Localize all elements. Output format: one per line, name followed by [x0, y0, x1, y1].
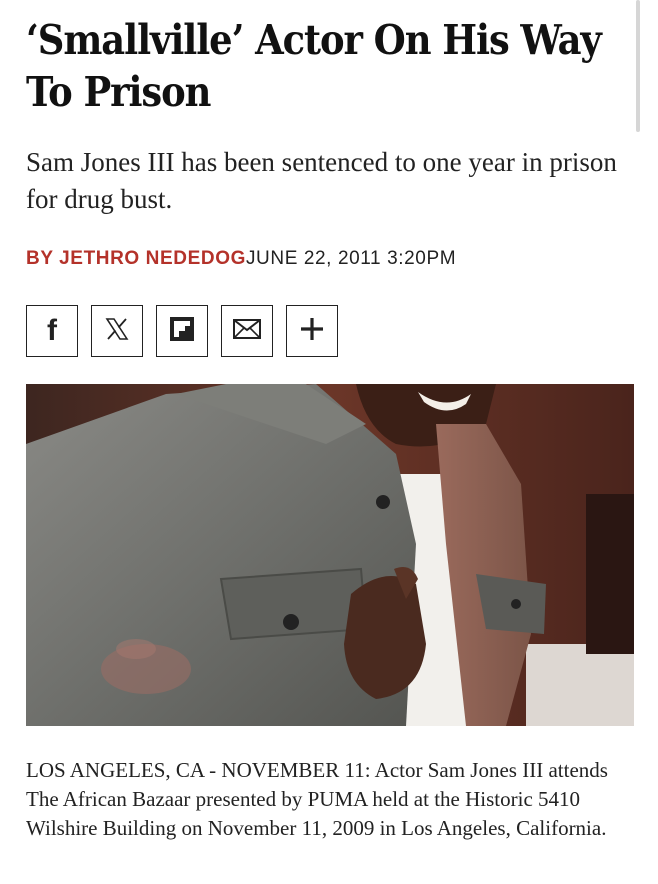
share-facebook-button[interactable]: f	[26, 305, 78, 357]
share-x-button[interactable]	[91, 305, 143, 357]
share-flipboard-button[interactable]	[156, 305, 208, 357]
plus-icon	[299, 316, 325, 347]
photo-caption: LOS ANGELES, CA - NOVEMBER 11: Actor Sam…	[26, 758, 608, 840]
scrollbar[interactable]	[636, 0, 640, 132]
article-photo	[26, 384, 634, 726]
facebook-icon: f	[47, 314, 57, 347]
share-email-button[interactable]	[221, 305, 273, 357]
byline-prefix: BY	[26, 248, 60, 269]
share-more-button[interactable]	[286, 305, 338, 357]
x-icon	[104, 316, 130, 347]
article-headline: ‘Smallville’ Actor On His Way To Prison	[26, 16, 602, 116]
article-dek: Sam Jones III has been sentenced to one …	[26, 147, 617, 214]
author-link[interactable]: JETHRO NEDEDOG	[59, 248, 246, 269]
share-bar: f	[26, 305, 338, 357]
flipboard-icon	[169, 316, 195, 347]
byline: BY JETHRO NEDEDOGJUNE 22, 2011 3:20PM	[26, 248, 456, 270]
publish-date: JUNE 22, 2011 3:20PM	[245, 248, 457, 269]
email-icon	[233, 318, 261, 344]
